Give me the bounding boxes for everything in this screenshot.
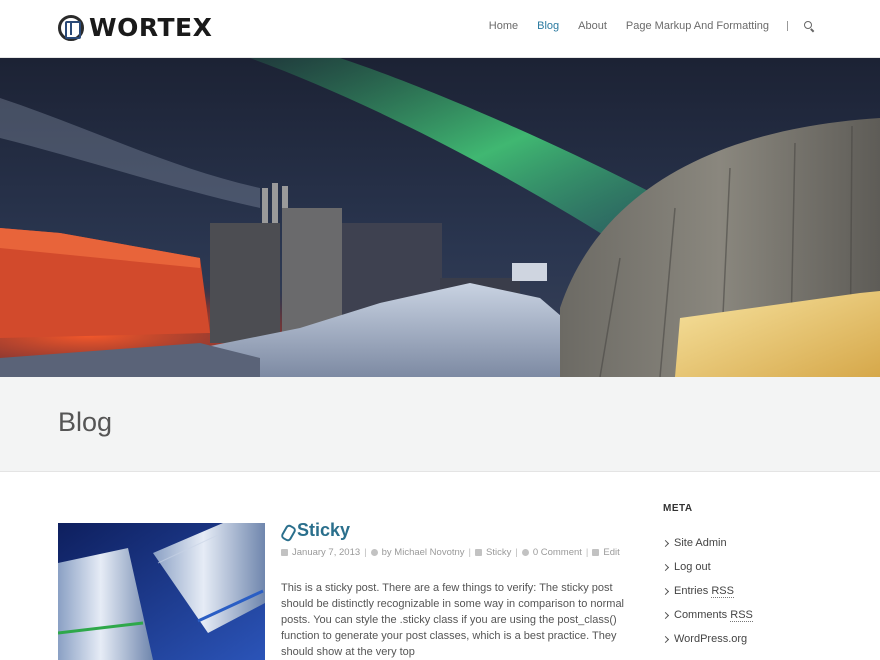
meta-divider: | (585, 547, 589, 558)
list-item: Site Admin (661, 531, 843, 555)
post-thumbnail[interactable] (58, 523, 265, 660)
link-wordpress-org[interactable]: WordPress.org (674, 633, 747, 645)
site-logo[interactable]: WORTEX (58, 13, 212, 42)
list-item: Log out (661, 555, 843, 579)
chevron-right-icon (661, 611, 670, 619)
page-title: Blog (58, 407, 113, 437)
post-author[interactable]: Michael Novotny (394, 547, 464, 558)
tag-icon (475, 549, 482, 556)
link-entries-rss[interactable]: Entries RSS (674, 585, 734, 598)
author-prefix: by (381, 547, 392, 558)
post-title[interactable]: Sticky (281, 520, 350, 541)
entries-label: Entries (674, 585, 709, 597)
hero-image (0, 58, 880, 377)
post-category[interactable]: Sticky (486, 547, 511, 558)
nav-blog[interactable]: Blog (537, 20, 559, 32)
page-title-band: Blog (0, 377, 880, 472)
main-nav: Home Blog About Page Markup And Formatti… (470, 20, 814, 32)
meta-divider: | (468, 547, 471, 558)
site-header: WORTEX Home Blog About Page Markup And F… (0, 0, 880, 58)
chevron-right-icon (661, 587, 670, 595)
post-excerpt: This is a sticky post. There are a few t… (281, 582, 625, 658)
list-item: WordPress.org (661, 627, 843, 651)
post-comments[interactable]: 0 Comment (533, 547, 582, 558)
sidebar-meta-widget: META Site Admin Log out Entries RSS Comm… (661, 503, 843, 651)
meta-links: Site Admin Log out Entries RSS Comments … (661, 531, 843, 651)
book-icon (58, 14, 84, 41)
paperclip-icon (281, 524, 293, 538)
meta-divider: | (364, 547, 367, 558)
post-meta: January 7, 2013 | by Michael Novotny | S… (281, 547, 620, 558)
list-item: Entries RSS (661, 579, 843, 603)
nav-about[interactable]: About (578, 20, 607, 32)
chevron-right-icon (661, 563, 670, 571)
nav-home[interactable]: Home (489, 20, 518, 32)
widget-title: META (663, 503, 693, 514)
pencil-icon (592, 549, 600, 556)
link-comments-rss[interactable]: Comments RSS (674, 609, 753, 622)
nav-divider (787, 21, 788, 31)
chevron-right-icon (661, 539, 670, 547)
post-date[interactable]: January 7, 2013 (292, 547, 360, 558)
nav-page-markup[interactable]: Page Markup And Formatting (626, 20, 769, 32)
rss-abbr: RSS (730, 609, 753, 622)
link-site-admin[interactable]: Site Admin (674, 537, 727, 549)
search-icon[interactable] (804, 21, 814, 31)
meta-divider: | (515, 547, 518, 558)
list-item: Comments RSS (661, 603, 843, 627)
logo-text: WORTEX (89, 13, 213, 42)
chevron-right-icon (661, 635, 670, 643)
comments-label: Comments (674, 609, 728, 621)
link-log-out[interactable]: Log out (674, 561, 711, 573)
post-title-text[interactable]: Sticky (297, 520, 350, 541)
calendar-icon (281, 549, 288, 556)
rss-abbr: RSS (711, 585, 734, 598)
comment-icon (521, 549, 529, 556)
post-edit[interactable]: Edit (603, 547, 619, 558)
user-icon (370, 549, 378, 556)
